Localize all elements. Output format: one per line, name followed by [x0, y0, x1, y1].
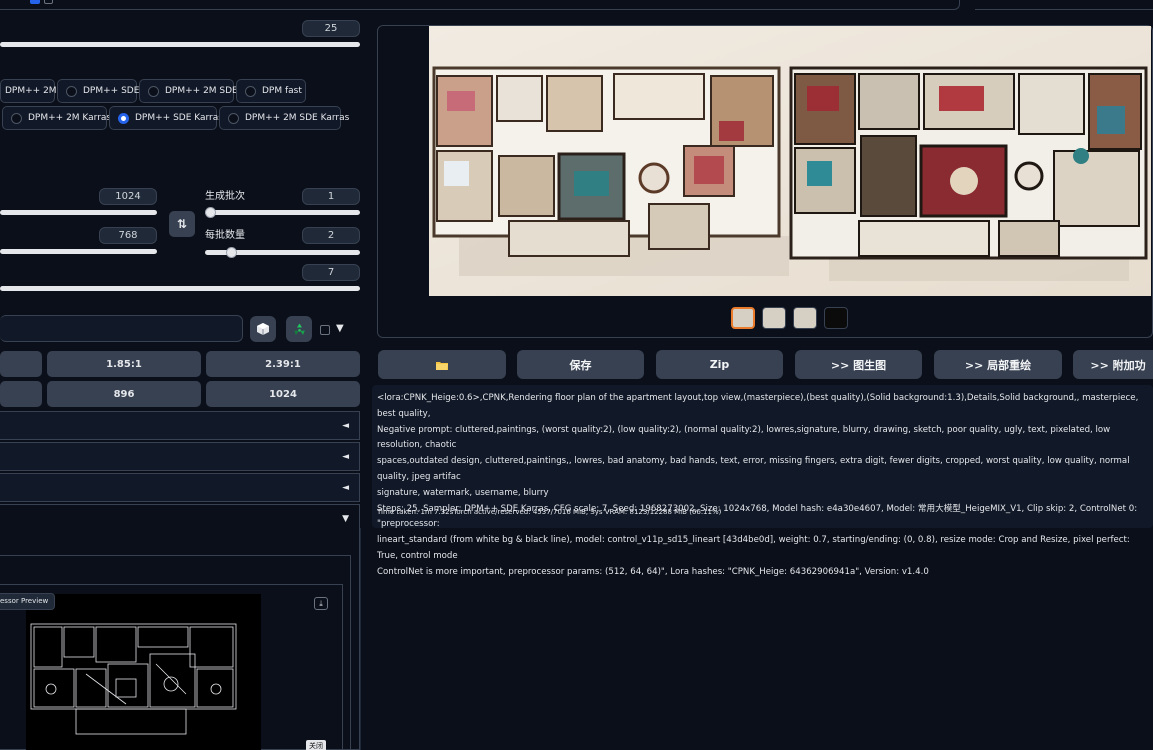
top-checkbox-2[interactable]: [44, 0, 53, 4]
top-checkbox[interactable]: [30, 0, 40, 4]
gallery-thumbnail[interactable]: [793, 307, 817, 329]
steps-slider[interactable]: [0, 42, 360, 47]
reuse-seed-button[interactable]: [286, 316, 312, 342]
batch-count-slider[interactable]: [205, 210, 360, 215]
collapse-arrow-icon: ◄: [342, 482, 349, 493]
swap-dimensions-button[interactable]: ⇅: [169, 211, 195, 237]
radio-selected-icon: [118, 112, 129, 124]
extra-seed-arrow-icon[interactable]: ▼: [336, 323, 344, 334]
gallery-thumbnail[interactable]: [762, 307, 786, 329]
send-to-inpaint-button[interactable]: >> 局部重绘: [934, 350, 1062, 379]
download-icon[interactable]: ⤓: [314, 597, 328, 610]
dice-icon: [257, 323, 269, 335]
close-preview-button[interactable]: 关闭: [306, 740, 326, 750]
sampler-option[interactable]: DPM++ 2M SDE Karras: [219, 106, 349, 130]
size-button[interactable]: [0, 381, 42, 407]
generation-info-text: <lora:CPNK_Heige:0.6>,CPNK,Rendering flo…: [377, 393, 1139, 577]
collapse-arrow-icon: ◄: [342, 420, 349, 431]
steps-value-input[interactable]: 25: [302, 20, 360, 37]
top-right-panel-border: [975, 0, 1153, 10]
cfg-value-input[interactable]: 7: [302, 264, 360, 281]
batch-size-slider-thumb[interactable]: [226, 247, 237, 258]
batch-count-slider-thumb[interactable]: [205, 207, 216, 218]
accordion-collapsed[interactable]: ◄: [0, 442, 360, 471]
sampler-option[interactable]: DPM fast: [236, 79, 306, 103]
sampler-option-label: DPM++ 2M: [5, 86, 57, 96]
random-seed-button[interactable]: [250, 316, 276, 342]
recycle-icon: [293, 323, 305, 335]
sampler-option[interactable]: DPM++ 2M: [0, 79, 57, 103]
sampler-option-label: DPM++ SDE: [83, 86, 140, 96]
open-folder-button[interactable]: [378, 350, 506, 379]
sampler-option[interactable]: DPM++ 2M Karras: [2, 106, 111, 130]
floorplan-render-image: [429, 26, 1151, 296]
height-value-input[interactable]: 768: [99, 227, 157, 244]
batch-size-input[interactable]: 2: [302, 227, 360, 244]
lineart-floorplan-image: [30, 623, 237, 735]
width-slider[interactable]: [0, 210, 157, 215]
sampler-option[interactable]: DPM++ 2M SDE: [139, 79, 238, 103]
folder-icon: [436, 361, 448, 370]
height-slider[interactable]: [0, 249, 157, 254]
top-panel-border: [0, 0, 960, 10]
gallery-thumbnail[interactable]: [824, 307, 848, 329]
preprocessor-preview-label: essor Preview: [0, 593, 56, 610]
ratio-button[interactable]: 1.85:1: [47, 351, 201, 377]
save-button[interactable]: 保存: [517, 350, 644, 379]
send-to-img2img-button[interactable]: >> 图生图: [795, 350, 922, 379]
sampler-option-label: DPM++ 2M SDE Karras: [245, 113, 350, 123]
sampler-option-label: DPM++ SDE Karras: [135, 113, 223, 123]
ratio-button[interactable]: [0, 351, 42, 377]
radio-icon: [245, 85, 256, 97]
expand-arrow-icon[interactable]: ▼: [342, 514, 349, 524]
size-button[interactable]: 1024: [206, 381, 360, 407]
swap-icon: ⇅: [176, 217, 188, 231]
send-to-extras-button[interactable]: >> 附加功: [1073, 350, 1153, 379]
extra-seed-checkbox[interactable]: [320, 325, 330, 335]
radio-icon: [228, 112, 239, 124]
sampler-option[interactable]: DPM++ SDE: [57, 79, 140, 103]
preprocessor-preview-image: [26, 594, 261, 750]
time-taken-text: Time taken: 1m 7.32sTorch active/reserve…: [377, 508, 722, 516]
batch-count-input[interactable]: 1: [302, 188, 360, 205]
zip-button[interactable]: Zip: [656, 350, 783, 379]
seed-input[interactable]: [0, 315, 243, 342]
radio-icon: [148, 85, 159, 97]
generated-image[interactable]: [429, 26, 1151, 296]
panel-divider: [360, 528, 361, 750]
cfg-slider[interactable]: [0, 286, 360, 291]
sampler-option-label: DPM++ 2M Karras: [28, 113, 112, 123]
accordion-collapsed[interactable]: ◄: [0, 473, 360, 502]
radio-icon: [66, 85, 77, 97]
width-value-input[interactable]: 1024: [99, 188, 157, 205]
ratio-button[interactable]: 2.39:1: [206, 351, 360, 377]
sampler-option-label: DPM++ 2M SDE: [165, 86, 238, 96]
radio-icon: [11, 112, 22, 124]
gallery-thumbnail-selected[interactable]: [731, 307, 755, 329]
gallery-thumbnails: [731, 307, 848, 329]
batch-count-label: 生成批次: [205, 191, 245, 202]
size-button[interactable]: 896: [47, 381, 201, 407]
collapse-arrow-icon: ◄: [342, 451, 349, 462]
sampler-option-label: DPM fast: [262, 86, 302, 96]
accordion-collapsed[interactable]: ◄: [0, 411, 360, 440]
sampler-option-selected[interactable]: DPM++ SDE Karras: [109, 106, 223, 130]
batch-size-label: 每批数量: [205, 230, 245, 241]
